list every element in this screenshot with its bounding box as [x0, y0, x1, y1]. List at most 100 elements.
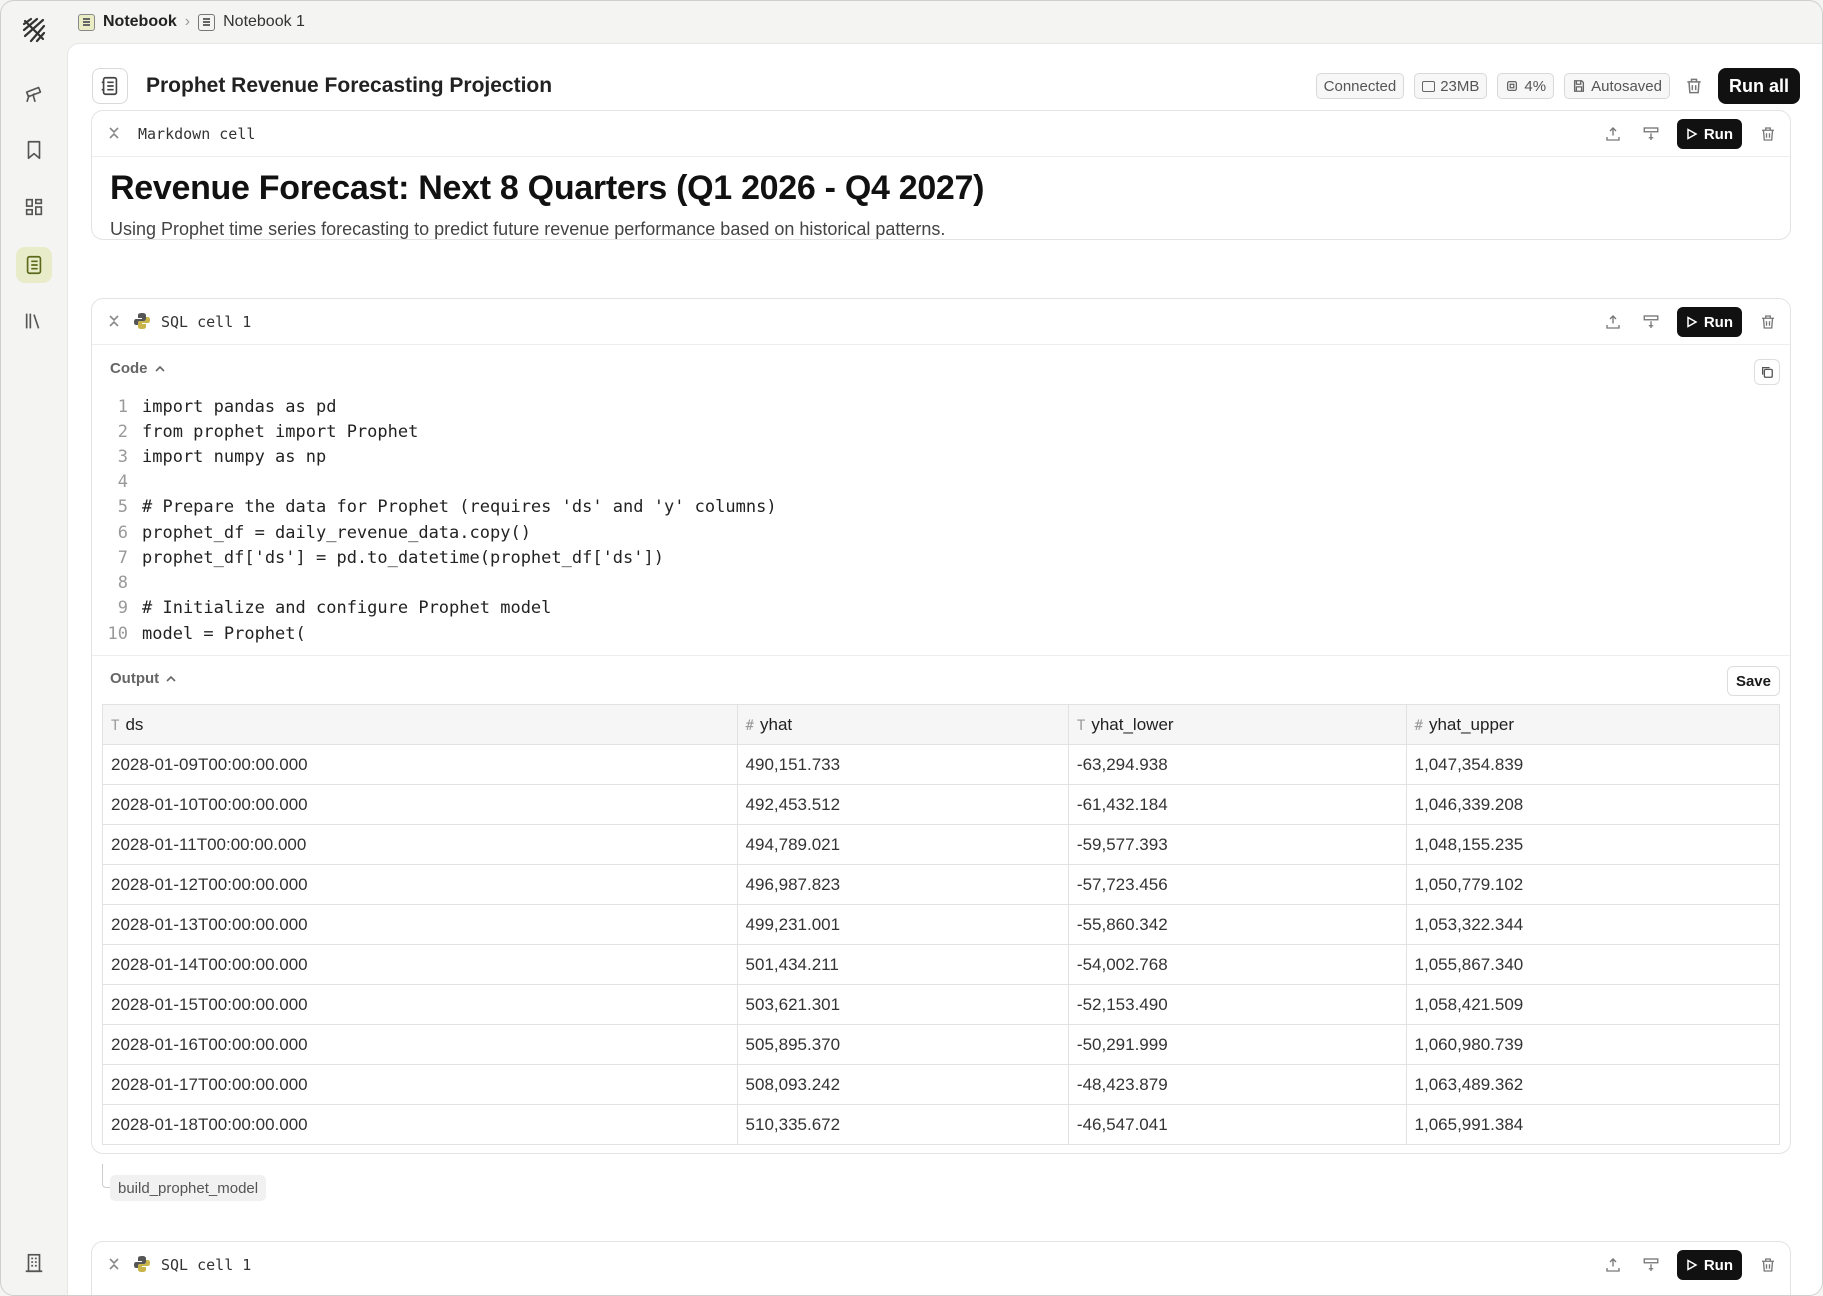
- collapse-icon[interactable]: [106, 1256, 122, 1272]
- table-cell: 1,048,155.235: [1405, 824, 1781, 865]
- table-cell: 505,895.370: [736, 1024, 1069, 1065]
- cell-name[interactable]: Markdown cell: [138, 125, 255, 143]
- table-cell: 2028-01-11T00:00:00.000: [102, 824, 738, 865]
- table-cell: -59,577.393: [1067, 824, 1407, 865]
- code-editor[interactable]: 1 import pandas as pd 2 from prophet impor…: [92, 389, 1790, 643]
- run-all-button[interactable]: Run all: [1717, 68, 1800, 104]
- sidebar-item-bookmark[interactable]: [16, 132, 52, 168]
- code-text: from prophet import Prophet: [142, 422, 419, 442]
- line-number: 3: [117, 447, 128, 467]
- table-row[interactable]: 2028-01-15T00:00:00.000 503,621.301 -52,15…: [102, 984, 1781, 1025]
- breadcrumb-current-label: Notebook 1: [223, 13, 305, 30]
- breadcrumb-current[interactable]: Notebook 1: [198, 13, 305, 31]
- table-cell: 2028-01-09T00:00:00.000: [102, 744, 738, 785]
- collapse-icon[interactable]: [106, 313, 122, 329]
- text-type-icon: T: [1076, 717, 1086, 734]
- run-cell-button[interactable]: Run: [1676, 307, 1742, 337]
- save-output-button[interactable]: Save: [1726, 666, 1780, 696]
- sidebar-item-building[interactable]: [16, 1245, 52, 1281]
- notebook-header: Prophet Revenue Forecasting Projection C…: [92, 68, 1800, 108]
- table-cell: 510,335.672: [736, 1104, 1069, 1145]
- split-cell-button[interactable]: [1639, 310, 1663, 334]
- table-row[interactable]: 2028-01-11T00:00:00.000 494,789.021 -59,57…: [102, 824, 1781, 865]
- split-cell-button[interactable]: [1639, 1253, 1663, 1277]
- output-section-toggle[interactable]: Output: [110, 670, 177, 687]
- cell-actions: Run: [1601, 1250, 1780, 1280]
- table-row[interactable]: 2028-01-16T00:00:00.000 505,895.370 -50,29…: [102, 1024, 1781, 1065]
- column-header[interactable]: Tds: [102, 704, 738, 745]
- sidebar-item-dashboard[interactable]: [16, 189, 52, 225]
- table-row[interactable]: 2028-01-09T00:00:00.000 490,151.733 -63,29…: [102, 744, 1781, 785]
- column-header[interactable]: # yhat: [736, 704, 1069, 745]
- sidebar-item-notebook[interactable]: [16, 247, 52, 283]
- delete-cell-button[interactable]: [1756, 310, 1780, 334]
- autosave-label: Autosaved: [1591, 77, 1662, 95]
- sidebar-item-telescope[interactable]: [16, 75, 52, 111]
- trash-icon: [1687, 78, 1701, 94]
- table-row[interactable]: 2028-01-10T00:00:00.000 492,453.512 -61,43…: [102, 784, 1781, 825]
- table-cell: 490,151.733: [736, 744, 1069, 785]
- sql-cell[interactable]: SQL cell 1 Run Code 1 import pandas as pd…: [91, 298, 1791, 1154]
- header-status-group: Connected 23MB 4% Autosaved Run all: [1315, 68, 1800, 104]
- number-type-icon: #: [1414, 717, 1423, 734]
- table-row[interactable]: 2028-01-17T00:00:00.000 508,093.242 -48,42…: [102, 1064, 1781, 1105]
- cell-header: SQL cell 1 Run: [92, 299, 1790, 345]
- chevron-up-icon: [166, 675, 176, 682]
- insert-above-button[interactable]: [1601, 1253, 1625, 1277]
- table-cell: 1,060,980.739: [1405, 1024, 1781, 1065]
- table-row[interactable]: 2028-01-18T00:00:00.000 510,335.672 -46,54…: [102, 1104, 1781, 1145]
- table-row[interactable]: 2028-01-12T00:00:00.000 496,987.823 -57,72…: [102, 864, 1781, 905]
- breadcrumb-root-label: Notebook: [103, 13, 177, 30]
- breadcrumb-root[interactable]: Notebook: [78, 13, 177, 31]
- column-label: yhat_upper: [1428, 714, 1515, 734]
- column-header[interactable]: # yhat_upper: [1405, 704, 1781, 745]
- table-cell: 1,065,991.384: [1405, 1104, 1781, 1145]
- copy-code-button[interactable]: [1754, 359, 1780, 385]
- page-title[interactable]: Prophet Revenue Forecasting Projection: [146, 74, 552, 98]
- collapse-icon[interactable]: [106, 125, 122, 141]
- delete-notebook-button[interactable]: [1680, 72, 1708, 100]
- building-icon: [25, 1253, 43, 1273]
- code-section-toggle[interactable]: Code: [110, 360, 166, 377]
- cell-name[interactable]: SQL cell 1: [161, 313, 251, 331]
- table-cell: -48,423.879: [1067, 1064, 1407, 1105]
- app-logo-icon[interactable]: [19, 15, 49, 45]
- table-cell: 2028-01-12T00:00:00.000: [102, 864, 738, 905]
- delete-cell-button[interactable]: [1756, 1253, 1780, 1277]
- run-label: Run: [1703, 313, 1733, 331]
- play-icon: [1687, 128, 1698, 140]
- table-cell: 2028-01-10T00:00:00.000: [102, 784, 738, 825]
- code-label: Code: [110, 360, 148, 377]
- run-cell-button[interactable]: Run: [1676, 1250, 1742, 1280]
- code-text: import pandas as pd: [142, 397, 337, 417]
- split-icon: [1643, 315, 1659, 328]
- table-row[interactable]: 2028-01-13T00:00:00.000 499,231.001 -55,86…: [102, 904, 1781, 945]
- table-cell: 1,063,489.362: [1405, 1064, 1781, 1105]
- table-cell: 499,231.001: [736, 904, 1069, 945]
- output-bar: Output Save: [92, 655, 1790, 703]
- sql-cell-next[interactable]: SQL cell 1 Run: [91, 1241, 1791, 1295]
- cell-output-variable-tag[interactable]: build_prophet_model: [110, 1175, 267, 1201]
- split-cell-button[interactable]: [1639, 122, 1663, 146]
- insert-above-button[interactable]: [1601, 122, 1625, 146]
- notebook-icon: [198, 13, 216, 31]
- insert-above-button[interactable]: [1601, 310, 1625, 334]
- table-cell: 503,621.301: [736, 984, 1069, 1025]
- save-icon: [1574, 80, 1585, 92]
- table-row[interactable]: 2028-01-14T00:00:00.000 501,434.211 -54,00…: [102, 944, 1781, 985]
- telescope-icon: [25, 86, 42, 103]
- markdown-cell[interactable]: Markdown cell Run Revenue Forecast: Next…: [91, 110, 1791, 240]
- table-cell: 2028-01-14T00:00:00.000: [102, 944, 738, 985]
- delete-cell-button[interactable]: [1756, 122, 1780, 146]
- table-cell: 1,046,339.208: [1405, 784, 1781, 825]
- table-cell: -46,547.041: [1067, 1104, 1407, 1145]
- sidebar-item-library[interactable]: [16, 303, 52, 339]
- notebook-icon[interactable]: [92, 68, 128, 104]
- column-header[interactable]: Tyhat_lower: [1067, 704, 1407, 745]
- table-cell: 1,055,867.340: [1405, 944, 1781, 985]
- code-text: model = Prophet(: [142, 624, 306, 643]
- trash-icon: [1762, 1258, 1774, 1272]
- cell-name[interactable]: SQL cell 1: [161, 1256, 251, 1274]
- table-cell: 1,047,354.839: [1405, 744, 1781, 785]
- run-cell-button[interactable]: Run: [1676, 119, 1742, 149]
